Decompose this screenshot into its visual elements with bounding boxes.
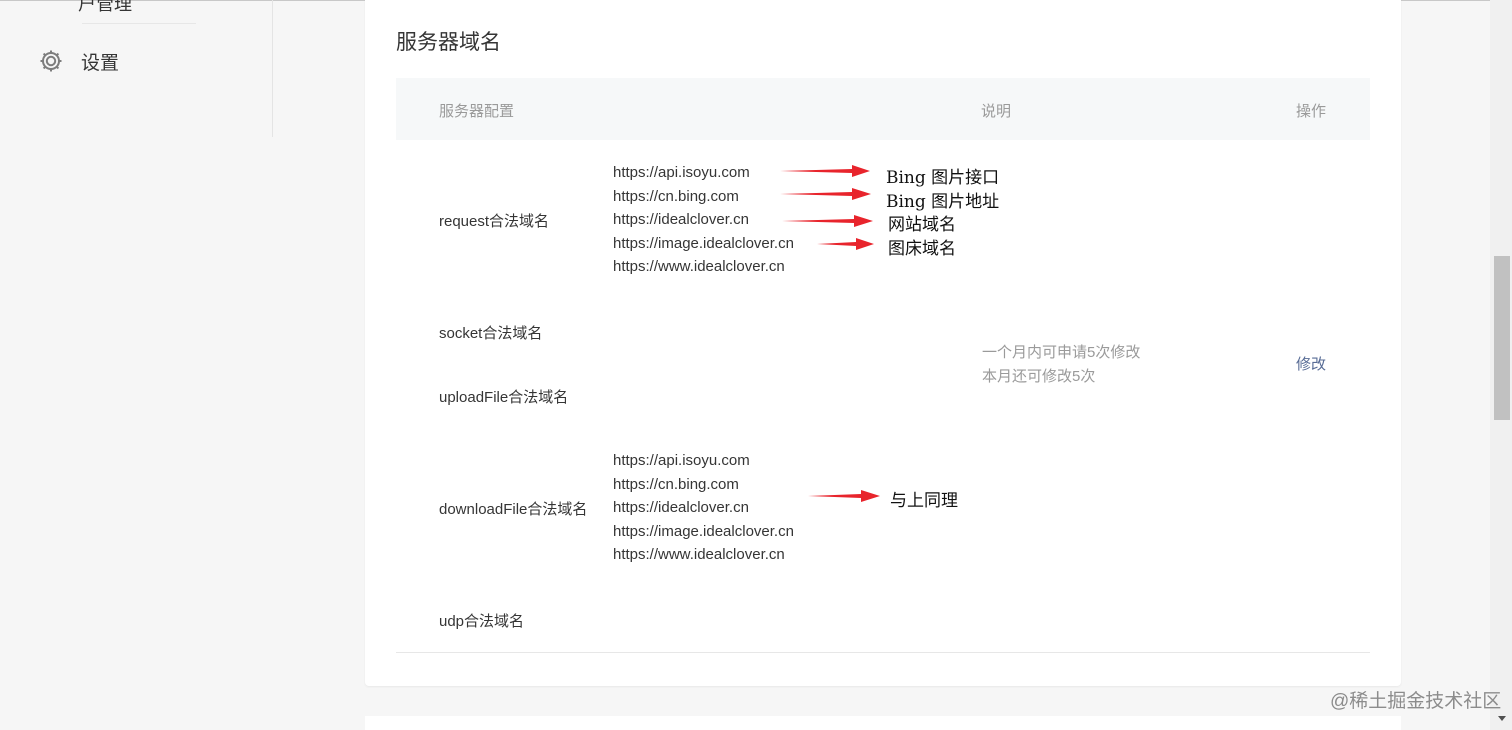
domain-item: https://image.idealclover.cn [613,522,794,540]
next-card-edge [365,716,1401,730]
annotation-label: 与上同理 [890,491,958,511]
domain-item: https://www.idealclover.cn [613,546,785,563]
domain-item: https://cn.bing.com [613,475,739,493]
description-line: 本月还可修改5次 [982,368,1096,385]
red-arrow [780,165,880,502]
domain-item: https://idealclover.cn [613,499,749,516]
arrow-shape [808,490,880,502]
modify-link[interactable]: 修改 [1296,353,1326,374]
domain-item: https://image.idealclover.cn [613,234,794,252]
arrow-shape [782,215,873,227]
scroll-down-arrow-icon[interactable] [1495,713,1509,725]
annotation-label: 网站域名 [888,215,956,235]
sidebar: 户管理 设置 [0,0,273,137]
server-domain-card: 服务器域名 服务器配置 说明 操作 request合法域名 https://ap… [365,0,1401,686]
watermark: @稀土掘金技术社区 [1330,691,1502,712]
sidebar-item-user-management-partial[interactable]: 户管理 [78,0,132,16]
arrow-shape [817,238,874,250]
sidebar-divider [82,23,196,24]
annotation-label: Bing 图片接口 [886,168,1000,188]
scrollbar-thumb[interactable] [1494,256,1510,420]
sidebar-item-settings[interactable]: 设置 [38,46,119,76]
domain-item: https://api.isoyu.com [613,452,750,469]
row-label-request: request合法域名 [439,213,550,230]
domain-item: https://api.isoyu.com [613,164,750,181]
table-bottom-divider [396,652,1370,653]
download-domain-list: https://api.isoyu.com https://cn.bing.co… [613,449,794,567]
row-label-udp: udp合法域名 [439,613,525,630]
modify-quota-description: 一个月内可申请5次修改 本月还可修改5次 [982,341,1140,389]
annotation-label: Bing 图片地址 [886,192,1000,212]
column-header-config: 服务器配置 [439,103,515,120]
row-label-downloadfile: downloadFile合法域名 [439,501,588,518]
section-title: 服务器域名 [396,31,501,54]
request-domain-list: https://api.isoyu.com https://cn.bing.co… [613,161,794,279]
column-header-description: 说明 [981,103,1012,120]
row-label-uploadfile: uploadFile合法域名 [439,389,569,406]
table-header: 服务器配置 说明 操作 [396,78,1370,140]
sidebar-item-label: 设置 [81,52,120,74]
domain-item: https://idealclover.cn [613,211,749,228]
domain-item: https://cn.bing.com [613,187,739,205]
annotation-label: 图床域名 [888,239,956,259]
gear-icon [38,48,64,74]
description-line: 一个月内可申请5次修改 [982,344,1141,361]
column-header-operation: 操作 [1296,103,1327,120]
domain-item: https://www.idealclover.cn [613,258,785,275]
row-label-socket: socket合法域名 [439,325,543,342]
